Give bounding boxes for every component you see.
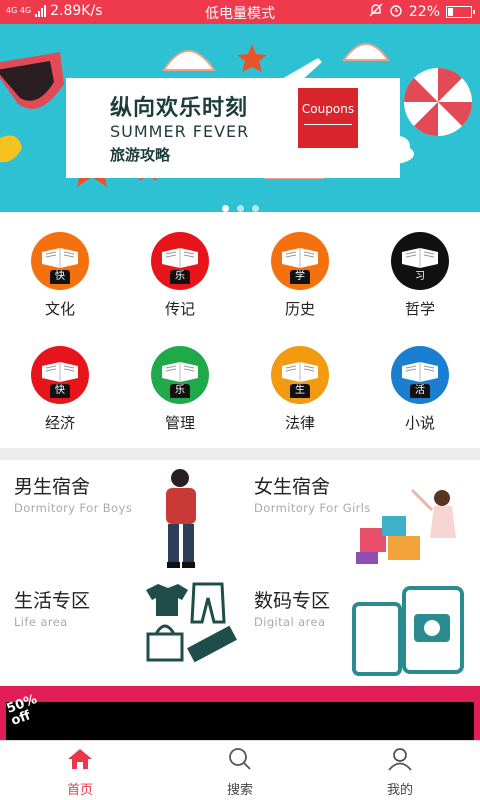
clothes-bags-illustration (146, 582, 237, 663)
category-item[interactable]: 生法律 (240, 346, 360, 433)
category-label: 管理 (164, 414, 195, 432)
zone-title: 男生宿舍 (14, 476, 91, 498)
category-label: 法律 (284, 414, 315, 432)
section-divider (0, 448, 480, 460)
category-badge: 快 (50, 384, 70, 398)
category-badge: 快 (50, 270, 70, 284)
shell-icon (162, 50, 216, 71)
category-item[interactable]: 活小说 (360, 346, 480, 433)
category-badge: 活 (410, 384, 430, 398)
book-icon: 习 (391, 232, 449, 290)
banner-subtitle: SUMMER FEVER (110, 122, 250, 141)
shell-icon (342, 43, 390, 61)
zone-subtitle: Dormitory For Boys (14, 501, 133, 515)
starfish-icon (237, 44, 267, 72)
book-icon: 生 (271, 346, 329, 404)
category-badge: 习 (410, 270, 430, 284)
umbrella-icon (404, 68, 472, 136)
carousel-dot[interactable] (236, 205, 244, 212)
promo-image (6, 702, 474, 740)
book-icon: 乐 (151, 346, 209, 404)
zone-digital-area[interactable]: 数码专区 Digital area (254, 586, 330, 629)
category-label: 文化 (44, 300, 75, 318)
book-icon: 学 (271, 232, 329, 290)
tab-search[interactable]: 搜索 (160, 747, 320, 798)
flip-flop-icon (0, 135, 22, 163)
book-icon: 快 (31, 232, 89, 290)
sunglasses-icon (0, 52, 64, 109)
tab-profile[interactable]: 我的 (320, 747, 480, 798)
category-item[interactable]: 乐传记 (120, 232, 240, 319)
category-badge: 乐 (170, 270, 190, 284)
alarm-icon (389, 3, 403, 21)
category-item[interactable]: 快文化 (0, 232, 120, 319)
carousel-dot[interactable] (251, 205, 259, 212)
tab-label: 首页 (66, 783, 93, 798)
tab-home[interactable]: 首页 (0, 747, 160, 798)
category-label: 传记 (164, 300, 195, 318)
user-icon (386, 748, 414, 775)
banner-title: 纵向欢乐时刻 (110, 96, 249, 121)
zone-title: 生活专区 (14, 590, 91, 612)
category-badge: 乐 (170, 384, 190, 398)
book-icon: 活 (391, 346, 449, 404)
zone-boys-dorm[interactable]: 男生宿舍 Dormitory For Boys (14, 472, 132, 515)
status-bar: 4G 4G 2.89K/s 低电量模式 22% (0, 0, 480, 24)
mute-icon (369, 3, 383, 21)
battery-icon (446, 6, 475, 18)
power-mode-label: 低电量模式 (205, 6, 275, 22)
battery-percent: 22% (408, 4, 440, 20)
tab-label: 我的 (386, 783, 413, 798)
banner-caption: 旅游攻略 (110, 146, 171, 164)
home-icon (66, 749, 94, 775)
zone-title: 数码专区 (254, 590, 331, 612)
category-badge: 生 (290, 384, 310, 398)
zone-subtitle: Digital area (254, 615, 326, 629)
zone-life-area[interactable]: 生活专区 Life area (14, 586, 90, 629)
carousel-dot[interactable] (221, 205, 229, 212)
carousel-dots (0, 197, 480, 212)
bottom-tab-bar: 首页 搜索 我的 (0, 740, 480, 800)
category-item[interactable]: 乐管理 (120, 346, 240, 433)
tab-label: 搜索 (226, 783, 253, 798)
category-label: 哲学 (404, 300, 435, 318)
book-icon: 乐 (151, 232, 209, 290)
boy-illustration (166, 469, 196, 568)
category-item[interactable]: 学历史 (240, 232, 360, 319)
search-icon (226, 748, 254, 775)
coupon-tag: Coupons (298, 88, 358, 148)
promo-banner[interactable]: 纵向欢乐时刻 SUMMER FEVER 旅游攻略 Coupons (0, 24, 480, 212)
category-label: 小说 (404, 414, 435, 432)
category-label: 经济 (44, 414, 75, 432)
devices-illustration (352, 586, 464, 676)
zone-subtitle: Life area (14, 615, 68, 629)
promo-strip[interactable]: 50% off (0, 686, 480, 740)
category-item[interactable]: 快经济 (0, 346, 120, 433)
category-item[interactable]: 习哲学 (360, 232, 480, 319)
girl-with-gifts-illustration (356, 488, 456, 564)
category-label: 历史 (284, 300, 315, 318)
book-icon: 快 (31, 346, 89, 404)
category-badge: 学 (290, 270, 310, 284)
